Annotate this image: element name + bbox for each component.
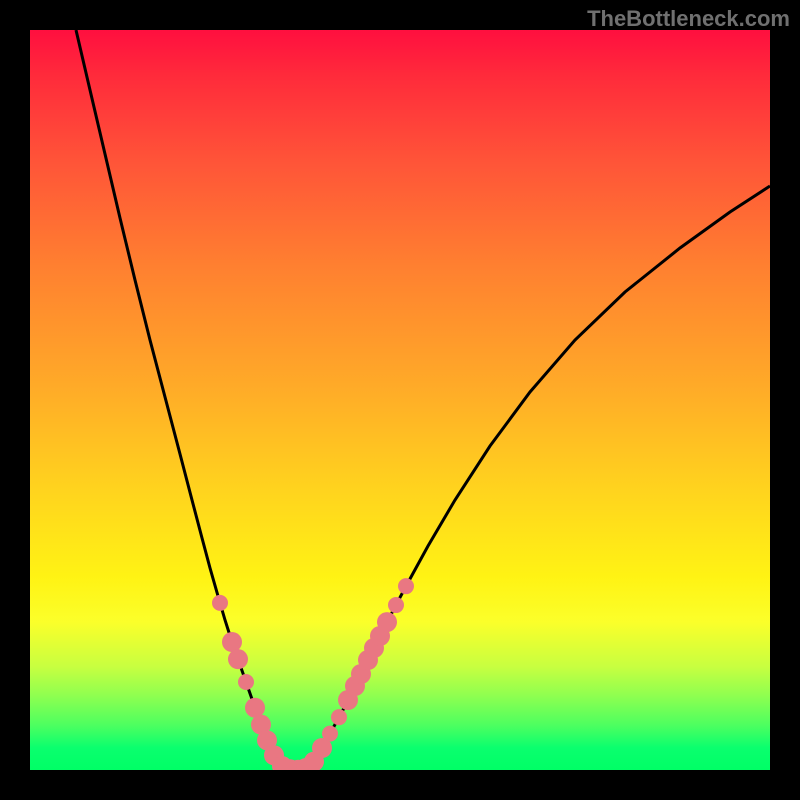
plot-area bbox=[30, 30, 770, 770]
marker-dot bbox=[212, 595, 228, 611]
chart-svg bbox=[30, 30, 770, 770]
marker-dot bbox=[377, 612, 397, 632]
chart-frame: TheBottleneck.com bbox=[0, 0, 800, 800]
marker-dot bbox=[331, 709, 347, 725]
marker-dot bbox=[398, 578, 414, 594]
bottleneck-curve bbox=[76, 30, 770, 770]
marker-dot bbox=[238, 674, 254, 690]
marker-dot bbox=[228, 649, 248, 669]
marker-dot bbox=[322, 726, 338, 742]
marker-dot bbox=[388, 597, 404, 613]
marker-dot bbox=[245, 698, 265, 718]
watermark-text: TheBottleneck.com bbox=[587, 6, 790, 32]
marker-dot bbox=[222, 632, 242, 652]
